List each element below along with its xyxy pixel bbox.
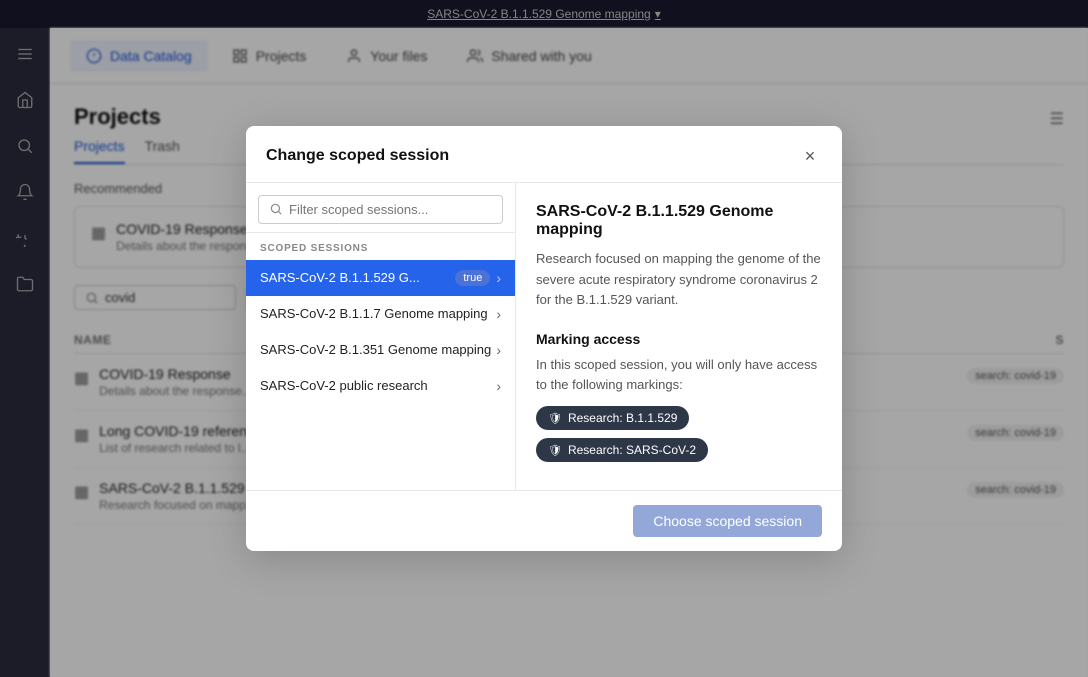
session-item-label: SARS-CoV-2 B.1.351 Genome mapping	[260, 342, 491, 357]
modal-close-button[interactable]: ×	[798, 144, 822, 168]
session-chevron-icon: ›	[496, 378, 501, 394]
session-chevron-icon: ›	[496, 342, 501, 358]
session-list: SARS-CoV-2 B.1.1.529 G... true › SARS-Co…	[246, 260, 515, 490]
marking-badges: 🛡 Research: B.1.1.529 🛡 Research: SARS-C…	[536, 406, 822, 470]
choose-scoped-session-button[interactable]: Choose scoped session	[633, 505, 822, 537]
session-item-sars-117[interactable]: SARS-CoV-2 B.1.1.7 Genome mapping ›	[246, 296, 515, 332]
modal-right-panel: SARS-CoV-2 B.1.1.529 Genome mapping Rese…	[516, 183, 842, 490]
current-badge: true	[455, 270, 490, 286]
modal-header: Change scoped session ×	[246, 126, 842, 183]
filter-search-icon	[269, 202, 283, 216]
filter-wrap	[246, 183, 515, 233]
filter-input-wrap[interactable]	[258, 195, 503, 224]
modal-title: Change scoped session	[266, 147, 449, 165]
modal-body: SCOPED SESSIONS SARS-CoV-2 B.1.1.529 G..…	[246, 183, 842, 490]
session-detail-desc: Research focused on mapping the genome o…	[536, 249, 822, 311]
filter-input[interactable]	[289, 202, 492, 217]
session-item-sars-public[interactable]: SARS-CoV-2 public research ›	[246, 368, 515, 404]
marking-badge-0: 🛡 Research: B.1.1.529	[536, 406, 689, 430]
marking-access-desc: In this scoped session, you will only ha…	[536, 355, 822, 394]
session-detail-title: SARS-CoV-2 B.1.1.529 Genome mapping	[536, 203, 822, 239]
session-item-sars-529[interactable]: SARS-CoV-2 B.1.1.529 G... true ›	[246, 260, 515, 296]
marking-badge-label-1: Research: SARS-CoV-2	[568, 443, 696, 457]
shield-icon-1: 🛡	[548, 444, 562, 457]
session-chevron-icon: ›	[496, 270, 501, 286]
modal-overlay: Change scoped session × SCOPED SESSIONS	[0, 0, 1088, 677]
session-item-sars-351[interactable]: SARS-CoV-2 B.1.351 Genome mapping ›	[246, 332, 515, 368]
marking-badge-1: 🛡 Research: SARS-CoV-2	[536, 438, 708, 462]
marking-access-title: Marking access	[536, 331, 822, 347]
sessions-label: SCOPED SESSIONS	[246, 233, 515, 260]
modal-left-panel: SCOPED SESSIONS SARS-CoV-2 B.1.1.529 G..…	[246, 183, 516, 490]
shield-icon-0: 🛡	[548, 412, 562, 425]
session-item-label: SARS-CoV-2 public research	[260, 378, 428, 393]
change-scoped-session-modal: Change scoped session × SCOPED SESSIONS	[246, 126, 842, 551]
session-item-label: SARS-CoV-2 B.1.1.7 Genome mapping	[260, 306, 488, 321]
session-item-label: SARS-CoV-2 B.1.1.529 G...	[260, 270, 420, 285]
session-chevron-icon: ›	[496, 306, 501, 322]
modal-footer: Choose scoped session	[246, 490, 842, 551]
marking-badge-label-0: Research: B.1.1.529	[568, 411, 677, 425]
